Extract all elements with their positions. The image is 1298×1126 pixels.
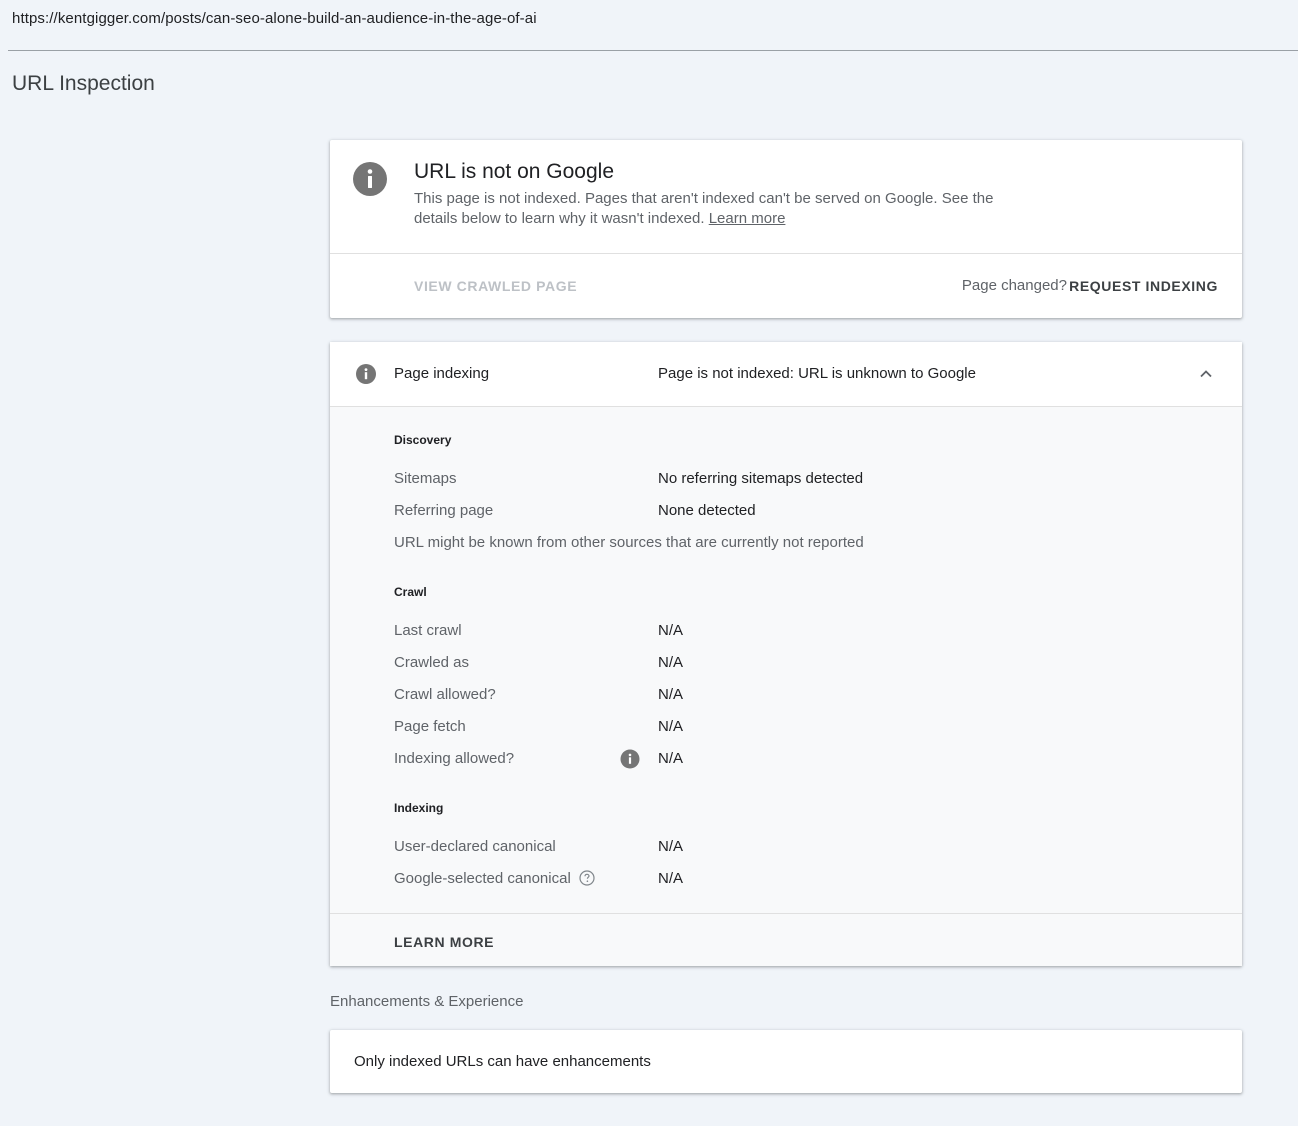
- referring-page-label: Referring page: [394, 502, 494, 519]
- indexing-allowed-label: Indexing allowed?: [394, 750, 515, 767]
- learn-more-link[interactable]: Learn more: [709, 210, 786, 227]
- crawled-as-value: N/A: [658, 654, 684, 671]
- crawl-allowed-value: N/A: [658, 686, 684, 703]
- indexing-allowed-value: N/A: [658, 750, 684, 767]
- referring-page-value: None detected: [658, 502, 756, 519]
- google-selected-canonical-label: Google-selected canonical: [394, 870, 571, 887]
- page-changed-label: Page changed?: [961, 277, 1067, 294]
- crawl-heading: Crawl: [394, 585, 427, 599]
- info-icon: [353, 162, 387, 196]
- indexing-heading: Indexing: [394, 801, 444, 815]
- address-bar-divider: [8, 50, 1298, 51]
- page-fetch-value: N/A: [658, 718, 684, 735]
- page-indexing-label: Page indexing: [394, 365, 490, 382]
- chevron-up-icon[interactable]: [1198, 366, 1214, 382]
- last-crawl-value: N/A: [658, 622, 684, 639]
- discovery-heading: Discovery: [394, 433, 452, 447]
- help-icon[interactable]: [579, 870, 595, 886]
- status-card-divider: [330, 253, 1242, 254]
- page-indexing-status: Page is not indexed: URL is unknown to G…: [658, 365, 976, 382]
- discovery-note: URL might be known from other sources th…: [394, 534, 864, 551]
- info-icon[interactable]: [620, 749, 640, 769]
- url-status-card: URL is not on Google This page is not in…: [330, 140, 1242, 318]
- address-bar-url[interactable]: https://kentgigger.com/posts/can-seo-alo…: [12, 10, 537, 27]
- page-indexing-header[interactable]: Page indexing Page is not indexed: URL i…: [330, 342, 1242, 407]
- page-indexing-details: Discovery Sitemaps No referring sitemaps…: [330, 407, 1242, 966]
- status-description-text: This page is not indexed. Pages that are…: [414, 190, 994, 227]
- crawled-as-label: Crawled as: [394, 654, 470, 671]
- status-title: URL is not on Google: [414, 160, 615, 183]
- address-bar: https://kentgigger.com/posts/can-seo-alo…: [0, 0, 1298, 51]
- enhancements-heading: Enhancements & Experience: [330, 993, 524, 1010]
- sitemaps-value: No referring sitemaps detected: [658, 470, 864, 487]
- page-indexing-card: Page indexing Page is not indexed: URL i…: [330, 342, 1242, 966]
- user-declared-canonical-label: User-declared canonical: [394, 838, 556, 855]
- info-icon: [356, 364, 376, 384]
- user-declared-canonical-value: N/A: [658, 838, 684, 855]
- enhancements-card: Only indexed URLs can have enhancements: [330, 1030, 1242, 1093]
- page-indexing-footer-divider: [330, 913, 1242, 914]
- sitemaps-label: Sitemaps: [394, 470, 457, 487]
- page-fetch-label: Page fetch: [394, 718, 466, 735]
- status-description: This page is not indexed. Pages that are…: [414, 189, 1014, 229]
- view-crawled-page-button[interactable]: VIEW CRAWLED PAGE: [414, 278, 577, 294]
- crawl-allowed-label: Crawl allowed?: [394, 686, 496, 703]
- learn-more-button[interactable]: LEARN MORE: [394, 934, 494, 950]
- page-title: URL Inspection: [12, 72, 155, 95]
- google-selected-canonical: Google-selected canonical: [394, 870, 595, 887]
- request-indexing-button[interactable]: REQUEST INDEXING: [1069, 278, 1218, 294]
- google-selected-canonical-value: N/A: [658, 870, 684, 887]
- last-crawl-label: Last crawl: [394, 622, 462, 639]
- enhancements-message: Only indexed URLs can have enhancements: [354, 1053, 651, 1070]
